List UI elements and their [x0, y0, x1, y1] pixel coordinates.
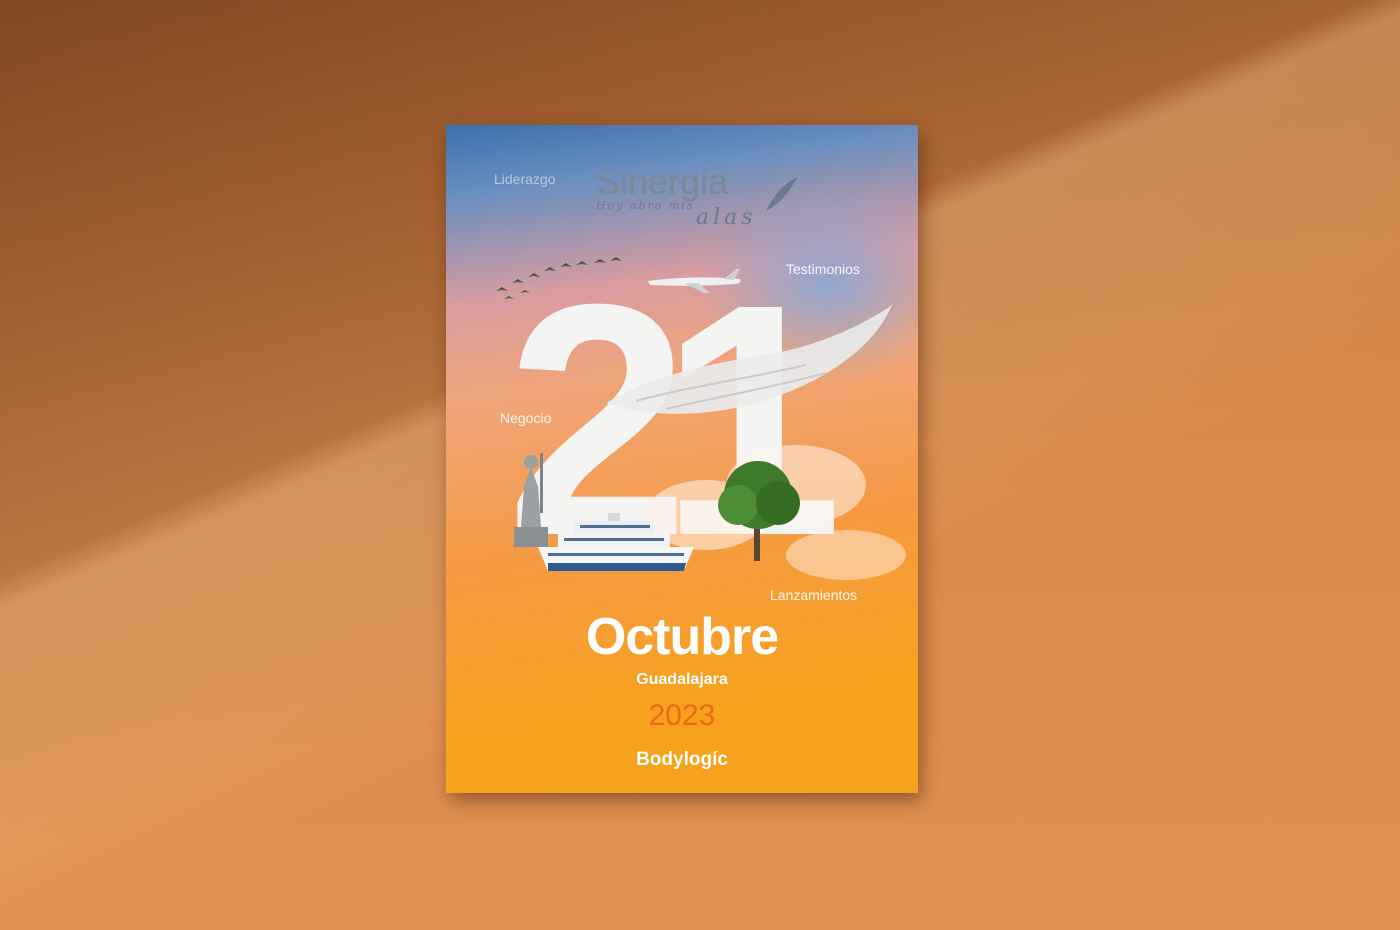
- word-liderazgo: Liderazgo: [494, 171, 556, 187]
- leaf-icon: [766, 177, 798, 211]
- brand-logo: Bodylogíc: [636, 749, 728, 770]
- event-city: Guadalajara: [636, 671, 728, 688]
- tagline-small: Hoy abro mis: [596, 199, 695, 212]
- cruise-ship-icon: [538, 513, 694, 571]
- event-month: Octubre: [585, 608, 779, 666]
- tagline-large: alas: [696, 205, 757, 230]
- angel-wing-icon: [606, 305, 892, 414]
- event-year: 2023: [648, 699, 716, 732]
- event-poster: Liderazgo Testimonios Negocio Lanzamient…: [446, 125, 918, 793]
- tree-icon: [718, 461, 800, 561]
- event-title: Sinergia: [596, 161, 729, 202]
